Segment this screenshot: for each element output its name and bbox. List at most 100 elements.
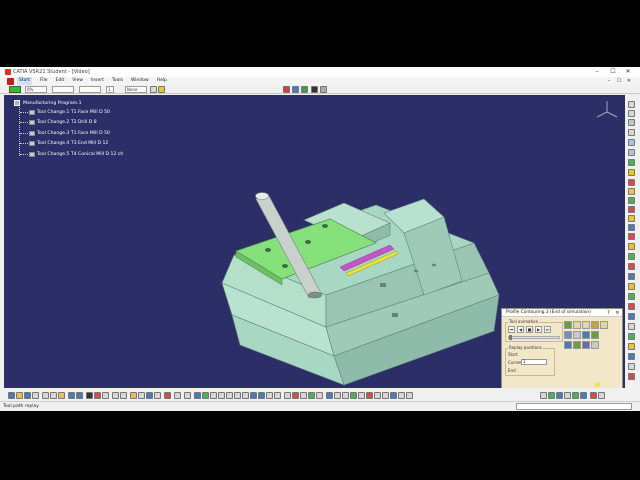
pan-icon[interactable] <box>210 392 217 399</box>
normal-view-icon[interactable] <box>242 392 249 399</box>
close-button[interactable]: ✕ <box>623 68 633 76</box>
tree-item-tool-change-1[interactable]: Tool Change.1 T1 Face Mill D 50 <box>20 107 123 118</box>
menu-file[interactable]: File <box>40 77 48 85</box>
right-tool-icon-10[interactable] <box>628 188 635 195</box>
zoom-out-icon[interactable] <box>234 392 241 399</box>
mfg-icon-7[interactable] <box>334 392 341 399</box>
right-tool-icon-1[interactable] <box>628 101 635 108</box>
tree-item-tool-change-2[interactable]: Tool Change.2 T2 Drill D 8 <box>20 118 123 129</box>
mode-icon-7[interactable] <box>573 331 581 339</box>
3d-viewport[interactable]: Manufacturing Program.1 Tool Change.1 T1… <box>4 95 625 388</box>
right-tool-icon-7[interactable] <box>628 159 635 166</box>
hide-show-icon[interactable] <box>266 392 273 399</box>
slider-thumb[interactable] <box>509 335 512 340</box>
mfg-icon-8[interactable] <box>342 392 349 399</box>
properties-icon[interactable] <box>158 86 165 93</box>
animation-slider[interactable] <box>508 336 560 339</box>
mfg-icon-16[interactable] <box>406 392 413 399</box>
fly-mode-icon[interactable] <box>194 392 201 399</box>
right-tool-icon-14[interactable] <box>628 224 635 231</box>
right-tool-icon-23[interactable] <box>628 313 635 320</box>
iso-view-icon[interactable] <box>250 392 257 399</box>
mode-icon-10[interactable] <box>564 341 572 349</box>
op-icon-9[interactable] <box>164 392 171 399</box>
copy-icon[interactable] <box>50 392 57 399</box>
right-tool-icon-29[interactable] <box>628 373 635 380</box>
print-icon[interactable] <box>32 392 39 399</box>
doc-restore-button[interactable]: ☐ <box>616 78 622 84</box>
stop-button[interactable]: ■ <box>526 326 533 333</box>
compass-icon[interactable] <box>594 99 620 125</box>
mfg-icon-9[interactable] <box>350 392 357 399</box>
op-icon-6[interactable] <box>138 392 145 399</box>
format-painter-icon[interactable] <box>150 86 157 93</box>
fill-color-swatch[interactable] <box>9 86 21 93</box>
right-tool-icon-9[interactable] <box>628 179 635 186</box>
maximize-button[interactable]: ☐ <box>608 68 618 76</box>
right-tool-icon-18[interactable] <box>628 263 635 270</box>
menu-tools[interactable]: Tools <box>112 77 123 85</box>
right-tool-icon-15[interactable] <box>628 233 635 240</box>
video-mode-icon[interactable] <box>564 321 572 329</box>
right-tool-icon-2[interactable] <box>628 110 635 117</box>
cut-icon[interactable] <box>42 392 49 399</box>
mode-icon-4[interactable] <box>591 321 599 329</box>
command-input[interactable] <box>516 403 632 410</box>
doc-close-button[interactable]: ✕ <box>626 78 632 84</box>
dialog-close-button[interactable]: ✕ <box>614 309 621 317</box>
save-icon[interactable] <box>24 392 31 399</box>
transparency-select[interactable]: 0% <box>25 86 47 93</box>
mfg-icon-14[interactable] <box>390 392 397 399</box>
paste-icon[interactable] <box>58 392 65 399</box>
mfg-icon-1[interactable] <box>284 392 291 399</box>
right-tool-icon-17[interactable] <box>628 253 635 260</box>
swap-space-icon[interactable] <box>274 392 281 399</box>
menu-view[interactable]: View <box>72 77 83 85</box>
right-tool-icon-11[interactable] <box>628 197 635 204</box>
minimize-button[interactable]: – <box>592 68 602 76</box>
sim-icon-2[interactable] <box>292 86 299 93</box>
mode-icon-8[interactable] <box>582 331 590 339</box>
sim-icon-4[interactable] <box>311 86 318 93</box>
mfg-icon-3[interactable] <box>300 392 307 399</box>
help-button[interactable]: ? <box>605 309 612 317</box>
point-symbol-select[interactable]: 1 <box>106 86 114 93</box>
menu-start[interactable]: Start <box>17 77 32 85</box>
op-icon-11[interactable] <box>184 392 191 399</box>
mode-icon-9[interactable] <box>591 331 599 339</box>
bottom-right-icon-8[interactable] <box>598 392 605 399</box>
mode-icon-13[interactable] <box>591 341 599 349</box>
mode-icon-6[interactable] <box>564 331 572 339</box>
line-thickness-select[interactable] <box>52 86 74 93</box>
menu-help[interactable]: Help <box>157 77 167 85</box>
op-icon-10[interactable] <box>174 392 181 399</box>
right-tool-icon-20[interactable] <box>628 283 635 290</box>
right-tool-icon-22[interactable] <box>628 303 635 310</box>
op-icon-1[interactable] <box>94 392 101 399</box>
menu-window[interactable]: Window <box>131 77 149 85</box>
zoom-in-icon[interactable] <box>226 392 233 399</box>
linetype-select[interactable] <box>79 86 101 93</box>
tree-item-tool-change-5[interactable]: Tool Change.5 T4 Conical Mill D 12 ch <box>20 149 123 160</box>
bottom-right-icon-2[interactable] <box>548 392 555 399</box>
right-tool-icon-3[interactable] <box>628 119 635 126</box>
right-tool-icon-28[interactable] <box>628 363 635 370</box>
step-back-button[interactable]: ◀ <box>517 326 524 333</box>
bottom-right-icon-7[interactable] <box>590 392 597 399</box>
play-button[interactable]: ▶ <box>535 326 542 333</box>
right-tool-icon-21[interactable] <box>628 293 635 300</box>
mfg-icon-10[interactable] <box>358 392 365 399</box>
bottom-right-icon-3[interactable] <box>556 392 563 399</box>
bottom-right-icon-5[interactable] <box>572 392 579 399</box>
sim-icon-1[interactable] <box>283 86 290 93</box>
right-tool-icon-5[interactable] <box>628 139 635 146</box>
op-icon-2[interactable] <box>102 392 109 399</box>
mfg-icon-15[interactable] <box>398 392 405 399</box>
tree-item-tool-change-3[interactable]: Tool Change.3 T1 Face Mill D 50 <box>20 128 123 139</box>
right-tool-icon-6[interactable] <box>628 149 635 156</box>
right-tool-icon-4[interactable] <box>628 129 635 136</box>
mfg-icon-11[interactable] <box>366 392 373 399</box>
right-tool-icon-19[interactable] <box>628 273 635 280</box>
current-position-field[interactable]: 1 <box>521 359 547 365</box>
right-tool-icon-27[interactable] <box>628 353 635 360</box>
